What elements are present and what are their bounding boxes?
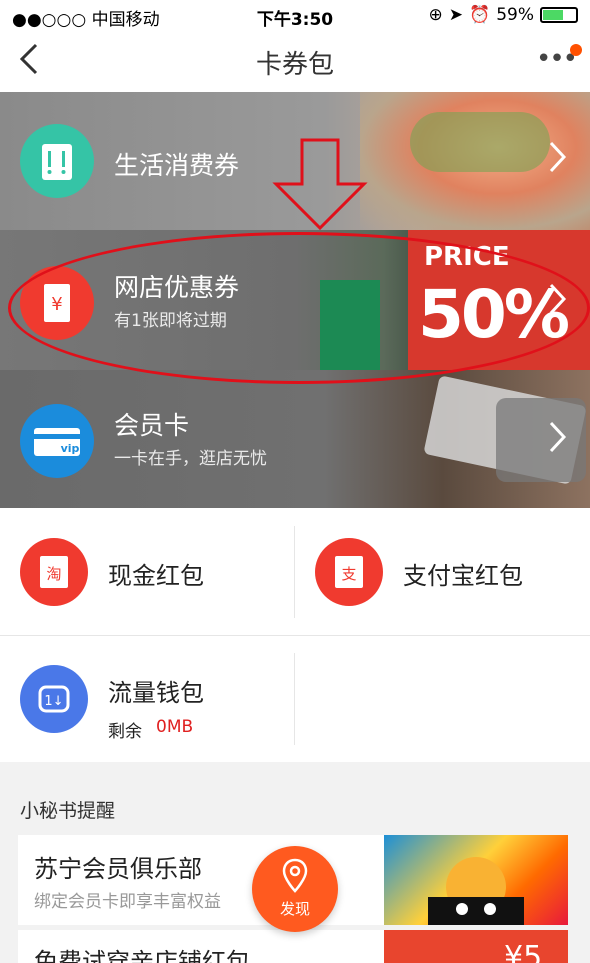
life-voucher-label: 生活消费券	[114, 151, 240, 180]
alipay-red-packet-icon: 支	[315, 538, 383, 606]
data-remain-value: 0MB	[156, 717, 194, 737]
location-icon: ➤	[448, 5, 464, 25]
alipay-red-packet-label: 支付宝红包	[403, 562, 523, 590]
amount-text: ¥5	[504, 940, 543, 963]
cash-red-packet[interactable]: 淘 现金红包	[0, 508, 295, 635]
taobao-red-packet-icon: 淘	[20, 538, 88, 606]
suning-tmall-image	[384, 835, 568, 925]
alarm-icon: ⏰	[469, 5, 491, 25]
cash-red-packet-label: 现金红包	[108, 562, 204, 590]
annotation-arrow-icon	[272, 138, 368, 230]
discover-button[interactable]: 发现	[252, 846, 338, 932]
location-pin-icon	[282, 858, 308, 893]
divider	[294, 526, 295, 618]
notification-dot	[570, 44, 582, 56]
annotation-ellipse	[8, 232, 590, 384]
page-title: 卡券包	[255, 50, 334, 80]
data-flow-icon: 1↓	[20, 665, 88, 733]
food-garnish	[410, 112, 550, 172]
discover-label: 发现	[279, 900, 310, 918]
svg-text:1↓: 1↓	[44, 694, 63, 709]
reminder-card-fitting[interactable]: 免费试穿亲店铺红包 ¥5	[18, 930, 568, 963]
member-card-sub: 一卡在手，逛店无忧	[114, 449, 267, 469]
member-card-icon: vip	[20, 404, 94, 478]
reminder-title: 小秘书提醒	[20, 800, 116, 822]
reminder-name: 苏宁会员俱乐部	[34, 855, 202, 883]
data-wallet-label: 流量钱包	[108, 679, 204, 707]
divider	[0, 635, 590, 636]
data-remain-label: 剩余	[108, 722, 142, 742]
status-bar: ●●○○○ 中国移动 下午3:50 ⊕ ➤ ⏰ 59%	[0, 0, 590, 30]
alipay-char: 支	[341, 565, 356, 583]
battery-percent: 59%	[496, 5, 534, 25]
battery-icon	[540, 7, 578, 23]
orientation-lock-icon: ⊕	[428, 5, 443, 25]
status-right: ⊕ ➤ ⏰ 59%	[429, 5, 578, 25]
taobao-char: 淘	[46, 565, 61, 583]
nav-bar: 卡券包 •••	[0, 30, 590, 92]
floating-assist-button[interactable]	[496, 398, 586, 482]
reminder-sub: 绑定会员卡即享丰富权益	[34, 892, 221, 912]
wallet-grid: 淘 现金红包 支 支付宝红包 1↓ 流量钱包 剩余 0MB	[0, 508, 590, 762]
red-packet-image: ¥5	[384, 930, 568, 963]
alipay-red-packet[interactable]: 支 支付宝红包	[295, 508, 590, 635]
member-card-label: 会员卡	[114, 411, 190, 440]
divider	[294, 653, 295, 745]
banner-member-card[interactable]: vip 会员卡 一卡在手，逛店无忧	[0, 370, 590, 508]
chevron-right-icon	[548, 140, 568, 183]
vip-text: vip	[61, 442, 80, 455]
life-voucher-icon	[20, 124, 94, 198]
data-wallet[interactable]: 1↓ 流量钱包 剩余 0MB	[0, 635, 295, 762]
chevron-right-icon	[548, 420, 568, 463]
reminder-name: 免费试穿亲店铺红包	[34, 948, 250, 963]
